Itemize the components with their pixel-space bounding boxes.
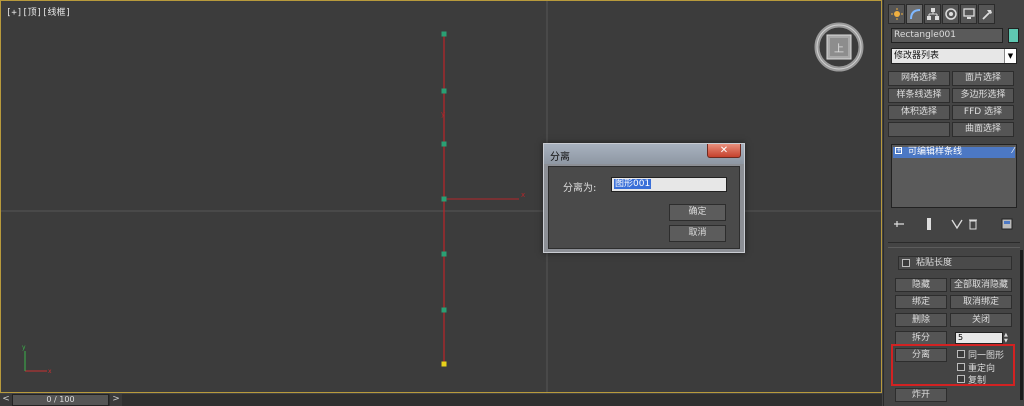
- object-color-swatch[interactable]: [1008, 28, 1019, 43]
- pin-stack-button[interactable]: [892, 217, 906, 231]
- viewcube[interactable]: 上: [813, 21, 865, 73]
- time-slider[interactable]: 0 / 100: [12, 394, 109, 406]
- time-slider-bar: < 0 / 100 >: [0, 394, 882, 406]
- stack-item-label: 可编辑样条线: [908, 147, 963, 157]
- vol-select-button[interactable]: 体积选择: [888, 105, 950, 120]
- hierarchy-tab[interactable]: [924, 4, 941, 24]
- make-unique-icon: [951, 219, 963, 230]
- prev-frame-button[interactable]: <: [0, 394, 12, 406]
- close-button[interactable]: 关闭: [950, 313, 1012, 327]
- sticky-length-checkbox[interactable]: [902, 259, 910, 267]
- same-shape-checkbox[interactable]: [957, 350, 965, 358]
- utilities-tab[interactable]: [978, 4, 995, 24]
- divide-count-spinner[interactable]: 5: [955, 332, 1003, 344]
- panel-scrollbar[interactable]: [1020, 250, 1023, 400]
- hierarchy-icon: [926, 8, 939, 20]
- unhide-all-button[interactable]: 全部取消隐藏: [950, 278, 1012, 292]
- detach-as-label: 分离为:: [563, 183, 597, 194]
- stack-pin-icon[interactable]: ⁄: [1013, 146, 1014, 155]
- ffd-select-button[interactable]: FFD 选择: [952, 105, 1014, 120]
- configure-sets-button[interactable]: [1000, 217, 1014, 231]
- poly-select-button[interactable]: 多边形选择: [952, 88, 1014, 103]
- dialog-title: 分离: [550, 152, 570, 163]
- modify-tab[interactable]: [906, 4, 923, 24]
- hide-button[interactable]: 隐藏: [895, 278, 947, 292]
- create-tab[interactable]: [888, 4, 905, 24]
- viewcube-face-label[interactable]: 上: [834, 40, 844, 55]
- modify-arc-icon: [909, 9, 920, 20]
- divide-button[interactable]: 拆分: [895, 331, 947, 345]
- rollout-divider: [888, 242, 1020, 248]
- spline-vertex: [441, 141, 447, 147]
- sticky-length-label: 粘贴长度: [916, 258, 953, 268]
- gizmo-x-label: x: [521, 191, 525, 199]
- svg-text:x: x: [48, 368, 52, 375]
- modifier-stack[interactable]: 可编辑样条线 + ⁄: [891, 144, 1017, 208]
- ok-button[interactable]: 确定: [669, 204, 726, 221]
- spline-first-vertex: [441, 361, 447, 367]
- mesh-select-button[interactable]: 网格选择: [888, 71, 950, 86]
- detach-name-input[interactable]: 图形001: [611, 177, 727, 192]
- make-unique-button[interactable]: [950, 217, 964, 231]
- show-end-result-button[interactable]: [922, 217, 936, 231]
- surface-select-button[interactable]: 曲面选择: [952, 122, 1014, 137]
- spline-vertex: [441, 88, 447, 94]
- modifier-list-dropdown[interactable]: 修改器列表 ▼: [891, 48, 1017, 64]
- spline-vertex: [441, 31, 447, 37]
- patch-select-button[interactable]: 面片选择: [952, 71, 1014, 86]
- svg-text:y: y: [22, 344, 26, 351]
- sun-create-icon: [890, 8, 903, 20]
- spinner-arrows-icon[interactable]: ▲ ▼: [1004, 332, 1012, 344]
- stack-toolbar: [892, 217, 1018, 235]
- detach-name-value: 图形001: [614, 179, 652, 189]
- stack-item-editable-spline[interactable]: 可编辑样条线: [893, 147, 1015, 158]
- viewport-canvas[interactable]: x y x y: [1, 1, 882, 393]
- modifier-list-value: 修改器列表: [894, 51, 940, 61]
- sticky-length-row[interactable]: 粘贴长度: [898, 256, 1012, 270]
- delete-button[interactable]: 删除: [895, 313, 947, 327]
- display-tab[interactable]: [960, 4, 977, 24]
- motion-icon: [944, 8, 957, 20]
- cancel-button[interactable]: 取消: [669, 225, 726, 242]
- dialog-body: 分离为: 图形001 确定 取消: [548, 166, 740, 249]
- detach-button[interactable]: 分离: [895, 348, 947, 362]
- command-panel-tabs: [888, 4, 996, 24]
- utilities-hammer-icon: [981, 10, 992, 20]
- expand-plus-icon[interactable]: +: [895, 147, 902, 154]
- reorient-checkbox[interactable]: [957, 363, 965, 371]
- dialog-close-button[interactable]: ✕: [707, 144, 741, 158]
- object-name-field[interactable]: Rectangle001: [891, 28, 1003, 43]
- trash-icon: [969, 219, 977, 230]
- copy-label: 复制: [968, 376, 987, 386]
- bind-button[interactable]: 绑定: [895, 295, 947, 309]
- chevron-down-icon[interactable]: ▼: [1004, 49, 1016, 63]
- detach-dialog: 分离 ✕ 分离为: 图形001 确定 取消: [543, 143, 745, 253]
- pin-icon: [894, 221, 904, 227]
- remove-modifier-button[interactable]: [966, 217, 980, 231]
- command-panel: Rectangle001 修改器列表 ▼ 网格选择 面片选择 样条线选择 多边形…: [883, 0, 1024, 406]
- explode-button[interactable]: 炸开: [895, 388, 947, 402]
- same-shape-label: 同一图形: [968, 351, 1005, 361]
- max-window: x y x y [+][顶][线框] 上 分离 ✕ 分离为: 图形001 确定 …: [0, 0, 1024, 406]
- spline-select-button[interactable]: 样条线选择: [888, 88, 950, 103]
- end-result-icon: [927, 218, 931, 230]
- spline-vertex: [441, 307, 447, 313]
- copy-checkbox[interactable]: [957, 375, 965, 383]
- gizmo-y-label: y: [441, 110, 445, 118]
- empty-modifier-button[interactable]: [888, 122, 950, 137]
- spline-vertex: [441, 251, 447, 257]
- spline-vertex: [441, 196, 447, 202]
- next-frame-button[interactable]: >: [110, 394, 122, 406]
- viewport-label[interactable]: [+][顶][线框]: [6, 5, 71, 18]
- unbind-button[interactable]: 取消绑定: [950, 295, 1012, 309]
- configure-icon: [1001, 218, 1013, 230]
- top-viewport[interactable]: x y x y [+][顶][线框] 上 分离 ✕ 分离为: 图形001 确定 …: [0, 0, 882, 393]
- display-monitor-icon: [962, 8, 975, 19]
- motion-tab[interactable]: [942, 4, 959, 24]
